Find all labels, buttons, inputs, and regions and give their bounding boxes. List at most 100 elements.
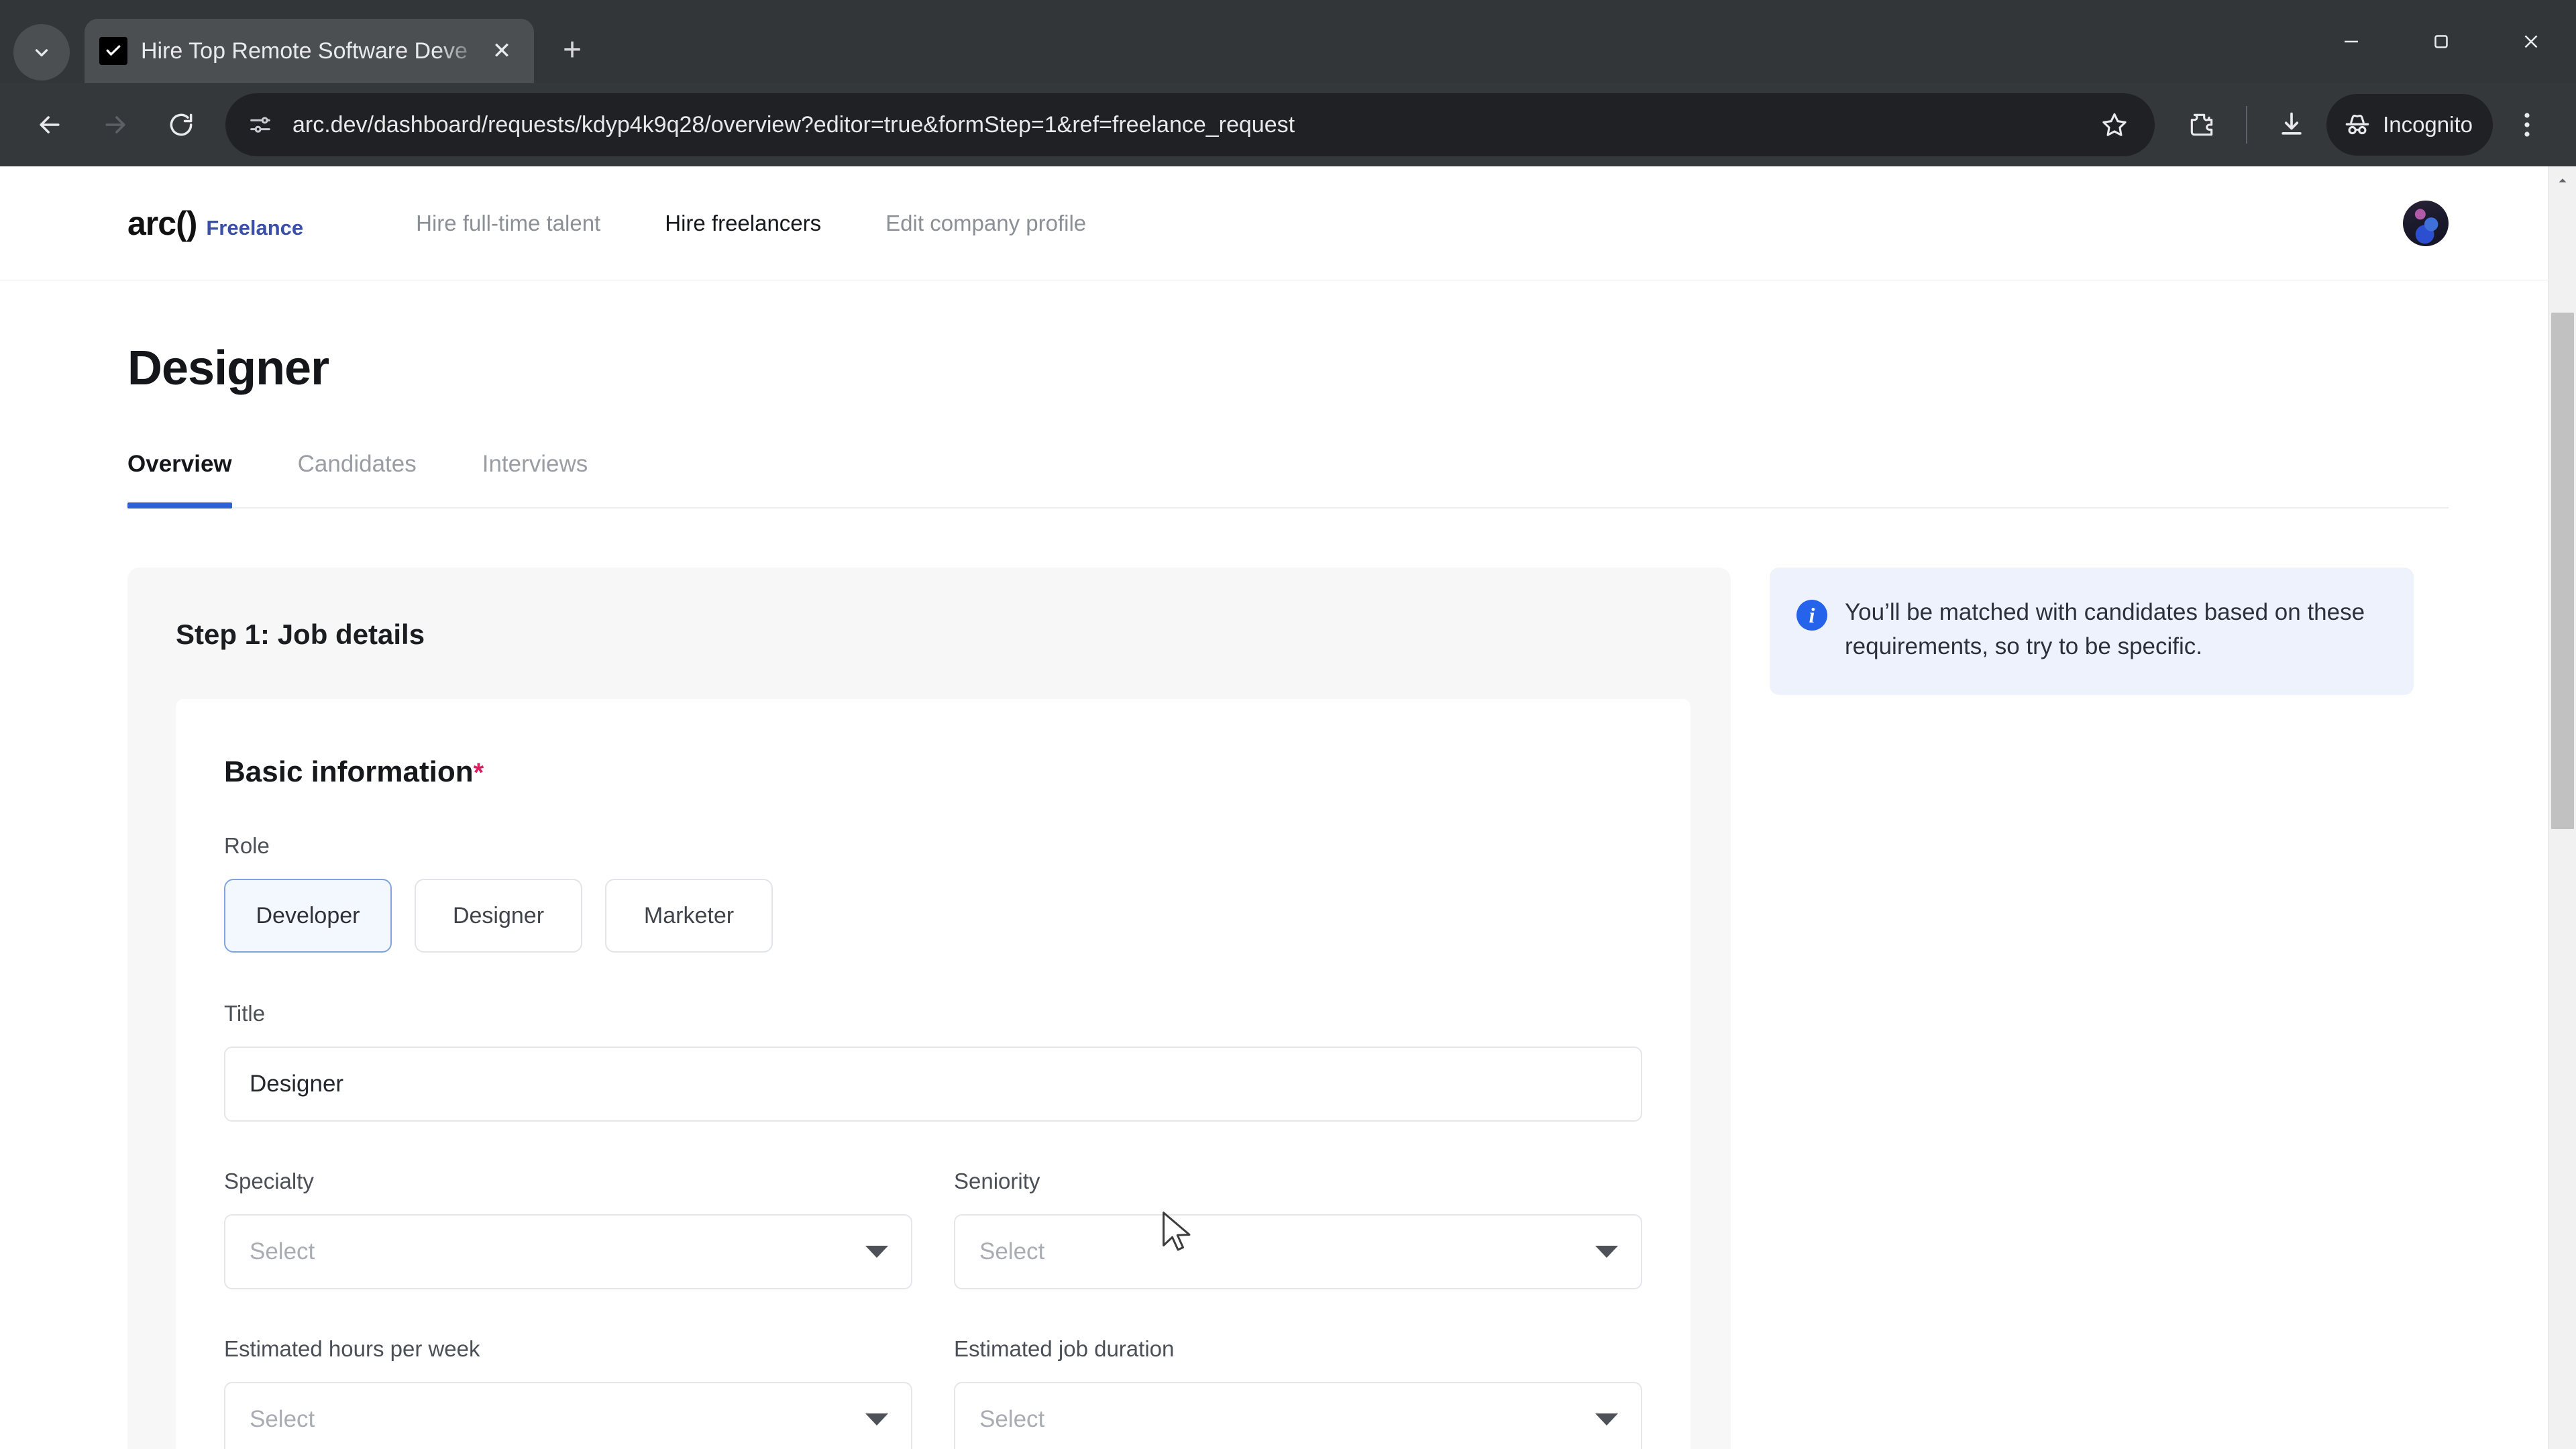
tab-overview[interactable]: Overview: [127, 451, 232, 508]
required-marker: *: [473, 758, 484, 788]
extensions-icon: [2190, 113, 2213, 136]
window-close-button[interactable]: [2486, 0, 2576, 83]
specialty-seniority-row: Specialty Select Seniority Select: [224, 1169, 1642, 1289]
estimated-duration-select[interactable]: Select: [954, 1382, 1642, 1449]
page-title: Designer: [127, 341, 329, 395]
window-minimize-button[interactable]: [2306, 0, 2396, 83]
incognito-indicator[interactable]: Incognito: [2326, 94, 2493, 156]
chevron-down-icon: [865, 1246, 888, 1258]
info-icon: i: [1796, 600, 1827, 631]
section-title-text: Basic information: [224, 755, 474, 788]
tab-interviews[interactable]: Interviews: [482, 451, 588, 507]
estimated-hours-select[interactable]: Select: [224, 1382, 912, 1449]
page-body: Designer Overview Candidates Interviews …: [0, 341, 2576, 1449]
estimated-hours-select-value: Select: [250, 1406, 315, 1432]
tab-search-button[interactable]: [13, 24, 70, 80]
role-label: Role: [224, 833, 270, 858]
chevron-down-icon: [865, 1413, 888, 1426]
specialty-select-value: Select: [250, 1238, 315, 1265]
site-settings-button[interactable]: [243, 107, 278, 142]
back-button[interactable]: [19, 94, 80, 156]
role-field: Role Developer Designer Marketer: [224, 833, 1642, 953]
site-brand[interactable]: arc() Freelance: [127, 204, 303, 243]
incognito-label: Incognito: [2383, 112, 2473, 137]
info-callout-text: You’ll be matched with candidates based …: [1845, 599, 2365, 659]
page-viewport: arc() Freelance Hire full-time talent Hi…: [0, 166, 2576, 1449]
page-tabs: Overview Candidates Interviews: [127, 451, 2449, 508]
brand-subtitle: Freelance: [206, 215, 304, 239]
basic-information-card: Basic information* Role Developer Design…: [176, 699, 1690, 1449]
nav-item-edit-company-profile[interactable]: Edit company profile: [853, 211, 1118, 236]
downloads-button[interactable]: [2261, 94, 2322, 156]
browser-menu-button[interactable]: [2497, 94, 2557, 156]
seniority-label: Seniority: [954, 1169, 1040, 1193]
chevron-down-icon: [1595, 1246, 1618, 1258]
browser-tab-title: Hire Top Remote Software Deve: [141, 38, 468, 64]
three-dots-vertical-icon: [2524, 113, 2530, 137]
arc-logo: arc(): [127, 204, 197, 242]
arc-check-icon: [99, 37, 127, 65]
address-bar-url: arc.dev/dashboard/requests/kdyp4k9q28/ov…: [292, 111, 1295, 138]
toolbar-divider: [2246, 106, 2248, 144]
tab-candidates[interactable]: Candidates: [298, 451, 417, 507]
forward-arrow-icon: [105, 116, 125, 133]
chevron-down-icon: [35, 49, 48, 57]
site-header: arc() Freelance Hire full-time talent Hi…: [0, 166, 2576, 280]
site-nav: Hire full-time talent Hire freelancers E…: [384, 211, 1118, 236]
role-option-group: Developer Designer Marketer: [224, 879, 1642, 953]
estimated-hours-label: Estimated hours per week: [224, 1336, 480, 1361]
specialty-select[interactable]: Select: [224, 1214, 912, 1289]
step-card: Step 1: Job details Basic information* R…: [127, 568, 1731, 1449]
seniority-field: Seniority Select: [954, 1169, 1642, 1289]
sidebar-column: i You’ll be matched with candidates base…: [1770, 568, 2414, 695]
hours-duration-row: Estimated hours per week Select Estimate…: [224, 1336, 1642, 1449]
star-icon: [2102, 113, 2127, 136]
info-callout: i You’ll be matched with candidates base…: [1770, 568, 2414, 695]
section-title: Basic information*: [224, 755, 1642, 789]
role-option-marketer[interactable]: Marketer: [605, 879, 773, 953]
tune-icon: [250, 117, 270, 133]
reload-button[interactable]: [150, 94, 212, 156]
browser-window: Hire Top Remote Software Deve ✕ + arc.de…: [0, 0, 2576, 1449]
estimated-duration-label: Estimated job duration: [954, 1336, 1175, 1361]
back-arrow-icon: [40, 116, 60, 133]
chevron-down-icon: [1595, 1413, 1618, 1426]
seniority-select-value: Select: [979, 1238, 1045, 1265]
new-tab-button[interactable]: +: [549, 27, 596, 74]
tab-close-button[interactable]: ✕: [484, 34, 519, 68]
content-row: Step 1: Job details Basic information* R…: [127, 568, 2449, 1449]
seniority-select[interactable]: Select: [954, 1214, 1642, 1289]
title-label: Title: [224, 1001, 266, 1026]
step-title: Step 1: Job details: [176, 619, 425, 650]
title-input[interactable]: Designer: [224, 1046, 1642, 1122]
extensions-button[interactable]: [2171, 94, 2233, 156]
chevron-up-icon: [2559, 178, 2567, 182]
close-icon: [2524, 35, 2538, 48]
browser-toolbar: arc.dev/dashboard/requests/kdyp4k9q28/ov…: [0, 83, 2576, 166]
specialty-field: Specialty Select: [224, 1169, 912, 1289]
role-option-developer[interactable]: Developer: [224, 879, 392, 953]
user-avatar[interactable]: [2403, 200, 2449, 246]
estimated-duration-select-value: Select: [979, 1406, 1045, 1432]
window-controls: [2306, 0, 2576, 83]
role-option-designer[interactable]: Designer: [415, 879, 582, 953]
estimated-duration-field: Estimated job duration Select: [954, 1336, 1642, 1449]
nav-item-hire-freelancers[interactable]: Hire freelancers: [633, 211, 853, 236]
reload-icon: [170, 113, 193, 136]
page-scrollbar[interactable]: [2548, 166, 2576, 1449]
maximize-icon: [2434, 35, 2448, 48]
scrollbar-thumb[interactable]: [2551, 313, 2574, 829]
incognito-hat-icon: [2345, 115, 2369, 135]
scrollbar-up-arrow[interactable]: [2548, 166, 2576, 195]
browser-tab[interactable]: Hire Top Remote Software Deve ✕: [85, 19, 534, 83]
address-bar[interactable]: arc.dev/dashboard/requests/kdyp4k9q28/ov…: [225, 93, 2155, 156]
browser-tab-strip: Hire Top Remote Software Deve ✕ +: [0, 0, 2576, 83]
forward-button[interactable]: [85, 94, 146, 156]
title-field: Title Designer: [224, 1001, 1642, 1122]
bookmark-button[interactable]: [2084, 94, 2145, 156]
specialty-label: Specialty: [224, 1169, 314, 1193]
window-maximize-button[interactable]: [2396, 0, 2486, 83]
nav-item-hire-full-time-talent[interactable]: Hire full-time talent: [384, 211, 633, 236]
form-column: Step 1: Job details Basic information* R…: [127, 568, 1731, 1449]
estimated-hours-field: Estimated hours per week Select: [224, 1336, 912, 1449]
